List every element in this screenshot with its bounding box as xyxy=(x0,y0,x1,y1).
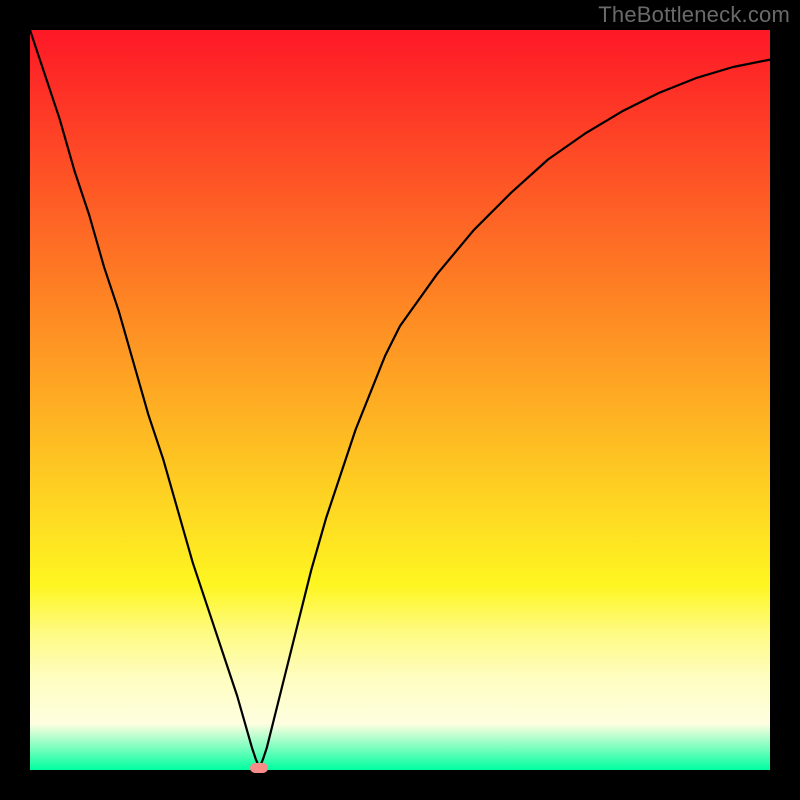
plot-area xyxy=(30,30,770,770)
watermark-label: TheBottleneck.com xyxy=(598,2,790,28)
chart-frame: TheBottleneck.com xyxy=(0,0,800,800)
minimum-marker xyxy=(250,763,268,773)
curve-svg xyxy=(30,30,770,770)
bottleneck-curve xyxy=(30,30,770,768)
